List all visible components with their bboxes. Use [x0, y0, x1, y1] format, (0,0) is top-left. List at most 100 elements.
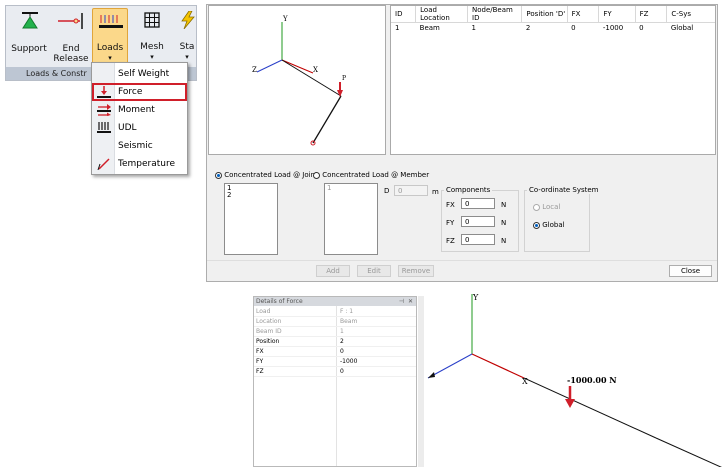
temperature-icon: [97, 158, 110, 170]
menu-item-seismic[interactable]: Seismic: [92, 137, 187, 155]
fy-input[interactable]: 0: [461, 216, 495, 227]
list-item[interactable]: 1: [327, 185, 375, 192]
radio-local[interactable]: Local: [533, 203, 560, 211]
fz-unit-label: N: [501, 237, 507, 245]
cell-load-location: Beam: [419, 24, 440, 32]
menu-item-temperature[interactable]: Temperature: [92, 155, 187, 173]
radio-member-indicator[interactable]: [313, 171, 320, 179]
property-key: FX: [256, 348, 264, 355]
col-header-csys[interactable]: C-Sys: [666, 6, 715, 23]
radio-joint[interactable]: Concentrated Load @ Joint: [215, 171, 318, 179]
property-key: Location: [256, 318, 282, 325]
mesh-button[interactable]: Mesh ▾: [133, 8, 171, 64]
property-value: Beam: [340, 318, 358, 325]
udl-icon: [97, 122, 111, 133]
menu-item-moment[interactable]: Moment: [92, 101, 187, 119]
property-row-fx[interactable]: FX 0: [254, 347, 416, 357]
z-axis-label: Z: [252, 66, 257, 74]
fy-unit-label: N: [501, 219, 507, 227]
member-list[interactable]: 1: [324, 183, 378, 255]
mesh-label: Mesh: [140, 42, 164, 52]
property-row-location[interactable]: Location Beam: [254, 317, 416, 327]
col-header-position[interactable]: Position 'D': [521, 6, 568, 23]
load-label: P: [342, 75, 346, 82]
close-button[interactable]: Close: [669, 265, 712, 277]
close-icon[interactable]: ✕: [408, 297, 413, 306]
add-button[interactable]: Add: [316, 265, 350, 277]
viewport-canvas: Y X Z P: [252, 15, 346, 146]
details-panel-splitter[interactable]: [418, 296, 424, 467]
property-key: Load: [256, 308, 271, 315]
pin-icon[interactable]: ⊣: [399, 297, 404, 306]
loads-button[interactable]: Loads ▾: [92, 8, 128, 64]
col-header-fx[interactable]: FX: [567, 6, 600, 23]
loads-icon: [99, 15, 123, 28]
d-label: D: [384, 187, 390, 195]
col-header-node-beam-id[interactable]: Node/Beam ID: [467, 6, 523, 23]
model-viewport-3d[interactable]: Y X Z P: [208, 5, 386, 155]
beam-line-continued: [655, 437, 723, 469]
end-release-button[interactable]: End Release: [52, 8, 90, 64]
sta-button[interactable]: Sta ▾: [175, 8, 196, 64]
property-row-position[interactable]: Position 2: [254, 337, 416, 347]
edit-button[interactable]: Edit: [357, 265, 391, 277]
y-axis-label: Y: [282, 15, 288, 23]
beam-segment-1: [281, 59, 342, 97]
property-value[interactable]: 0: [340, 347, 344, 356]
radio-global[interactable]: Global: [533, 221, 565, 229]
radio-member-label: Concentrated Load @ Member: [322, 171, 430, 179]
details-panel-title: Details of Force ⊣ ✕: [254, 297, 416, 306]
coordinate-system-title: Co-ordinate System: [527, 186, 601, 194]
property-value[interactable]: -1000: [340, 357, 357, 366]
fz-input[interactable]: 0: [461, 234, 495, 245]
z-axis-arrowhead-icon: [428, 372, 435, 378]
menu-item-label: Self Weight: [118, 69, 170, 79]
menu-item-force[interactable]: Force: [92, 83, 187, 101]
details-of-force-panel: Details of Force ⊣ ✕ Load F : 1 Location…: [253, 296, 417, 467]
remove-button[interactable]: Remove: [398, 265, 434, 277]
radio-local-label: Local: [542, 203, 561, 211]
property-value[interactable]: 2: [340, 337, 344, 346]
menu-item-label: Force: [118, 87, 143, 97]
menu-item-self-weight[interactable]: Self Weight: [92, 65, 187, 83]
end-release-label-1: End: [62, 44, 80, 54]
loads-table: ID Load Location Node/Beam ID Position '…: [390, 5, 716, 155]
menu-item-udl[interactable]: UDL: [92, 119, 187, 137]
cell-node-beam-id: 1: [471, 24, 476, 32]
dialog-footer-divider: [207, 260, 717, 261]
model-viewport-zoomed[interactable]: Y X -1000.00 N: [426, 290, 723, 469]
mesh-grid-icon: [144, 12, 160, 28]
radio-local-indicator[interactable]: [533, 203, 540, 211]
radio-global-label: Global: [542, 221, 565, 229]
property-row-fz[interactable]: FZ 0: [254, 367, 416, 377]
joint-list[interactable]: 1 2: [224, 183, 278, 255]
radio-member[interactable]: Concentrated Load @ Member: [313, 171, 429, 179]
property-row-fy[interactable]: FY -1000: [254, 357, 416, 367]
radio-joint-indicator[interactable]: [215, 171, 222, 179]
moment-icon: [97, 104, 111, 116]
loads-label: Loads: [96, 43, 124, 53]
col-header-fz[interactable]: FZ: [635, 6, 668, 23]
cell-csys: Global: [670, 24, 694, 32]
details-title-text: Details of Force: [256, 298, 303, 305]
d-unit-label: m: [432, 188, 439, 196]
radio-joint-label: Concentrated Load @ Joint: [224, 171, 318, 179]
table-row[interactable]: 1 Beam 1 2 0 -1000 0 Global: [391, 23, 715, 34]
viewport-zoomed-canvas: Y X -1000.00 N: [427, 293, 723, 469]
radio-global-indicator[interactable]: [533, 221, 540, 229]
property-row-beam-id[interactable]: Beam ID 1: [254, 327, 416, 337]
cell-fz: 0: [639, 24, 644, 32]
list-item[interactable]: 2: [227, 192, 275, 199]
property-row-load[interactable]: Load F : 1: [254, 307, 416, 317]
d-input[interactable]: 0: [394, 185, 428, 196]
list-item[interactable]: 1: [227, 185, 275, 192]
col-header-load-location[interactable]: Load Location: [415, 6, 468, 23]
col-header-id[interactable]: ID: [391, 6, 417, 23]
support-button[interactable]: Support: [9, 8, 49, 64]
property-key: FY: [256, 358, 264, 365]
col-header-fy[interactable]: FY: [598, 6, 636, 23]
property-value: 1: [340, 328, 344, 335]
property-value[interactable]: 0: [340, 367, 344, 376]
menu-item-label: Seismic: [118, 141, 153, 151]
fx-input[interactable]: 0: [461, 198, 495, 209]
